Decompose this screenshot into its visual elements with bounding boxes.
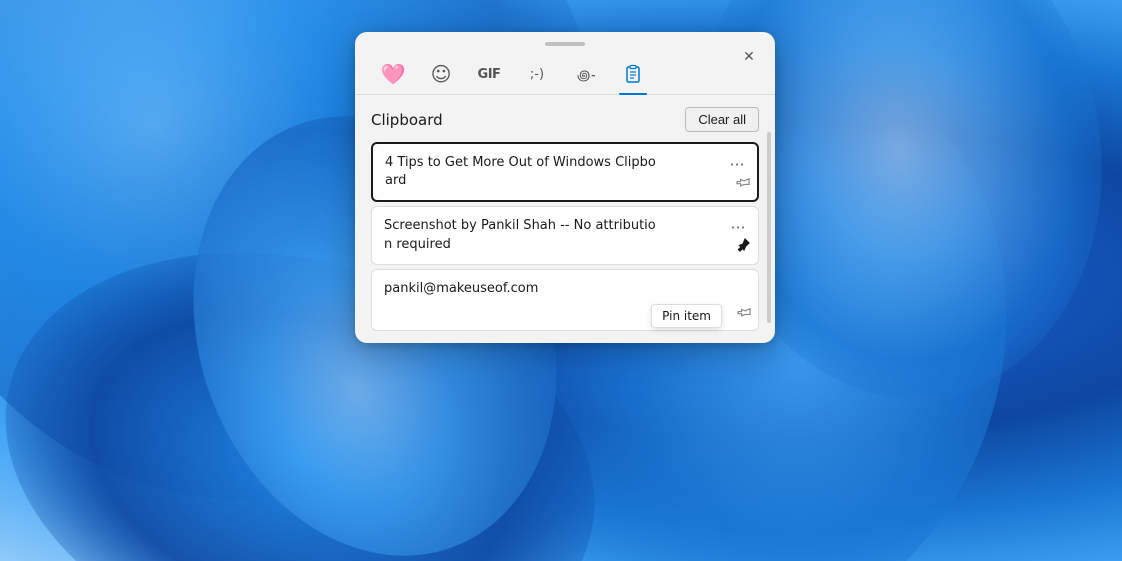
clipboard-panel: ✕ 🩷 ☺ GIF ;-) ꩜+ Clipboard Clea: [355, 32, 775, 343]
tab-clipboard[interactable]: [611, 54, 655, 94]
clip-item-more-1[interactable]: ···: [725, 152, 749, 176]
svg-text:꩜+: ꩜+: [577, 68, 595, 84]
drag-handle[interactable]: [355, 32, 775, 50]
clipboard-item-2[interactable]: Screenshot by Pankil Shah -- No attribut…: [371, 206, 759, 264]
clip-item-text-1: 4 Tips to Get More Out of Windows Clipbo…: [385, 154, 745, 190]
clip-item-pin-2[interactable]: [736, 238, 750, 256]
tab-emoji-face[interactable]: ☺: [419, 54, 463, 94]
scrollbar[interactable]: [767, 132, 771, 323]
clip-item-text-2: Screenshot by Pankil Shah -- No attribut…: [384, 217, 746, 253]
clipboard-item-3[interactable]: pankil@makeuseof.com Pin item: [371, 269, 759, 331]
section-title: Clipboard: [371, 111, 443, 129]
clear-all-button[interactable]: Clear all: [685, 107, 759, 132]
clip-item-text-3: pankil@makeuseof.com: [384, 280, 746, 298]
tab-emoji-heart[interactable]: 🩷: [371, 54, 415, 94]
clipboard-header: Clipboard Clear all: [371, 107, 759, 132]
tab-kaomoji[interactable]: ;-): [515, 54, 559, 94]
drag-handle-bar: [545, 42, 585, 46]
clip-item-pin-3[interactable]: [732, 302, 755, 325]
tabs-row: 🩷 ☺ GIF ;-) ꩜+: [355, 50, 775, 95]
clip-item-more-2[interactable]: ···: [726, 215, 750, 239]
panel-content: Clipboard Clear all 4 Tips to Get More O…: [355, 95, 775, 343]
tab-gif[interactable]: GIF: [467, 54, 511, 94]
clipboard-items: 4 Tips to Get More Out of Windows Clipbo…: [371, 142, 759, 331]
tab-symbols[interactable]: ꩜+: [563, 54, 607, 94]
close-button[interactable]: ✕: [735, 42, 763, 70]
clipboard-item-1[interactable]: 4 Tips to Get More Out of Windows Clipbo…: [371, 142, 759, 202]
pin-item-tooltip[interactable]: Pin item: [651, 304, 722, 328]
